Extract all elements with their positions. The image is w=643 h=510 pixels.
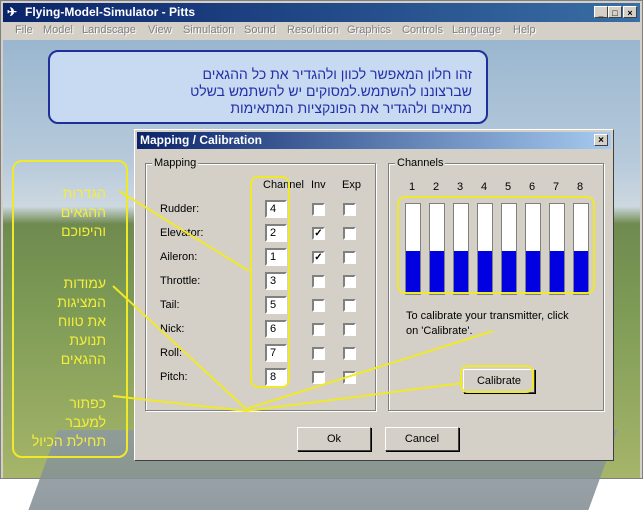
annotation-line: המציגות (57, 294, 106, 310)
channel-number: 4 (481, 181, 488, 193)
annotation-callout-top: זהו חלון המאפשר לכוון ולהגדיר את כל ההגא… (48, 50, 488, 124)
annotation-line: זהו חלון המאפשר לכוון ולהגדיר את כל ההגא… (202, 66, 473, 82)
menu-help[interactable]: Help (513, 24, 536, 36)
mapping-row-label: Roll: (160, 347, 183, 359)
title-bar: ✈ Flying-Model-Simulator - Pitts _ □ × (3, 3, 640, 22)
annotation-line: תנועת (69, 332, 106, 348)
calibrate-help-text: To calibrate your transmitter, click (406, 310, 569, 322)
annotation-calibrate-button: כפתור למעבר תחילת הכיול (32, 394, 106, 451)
dialog-title: Mapping / Calibration (140, 133, 262, 147)
maximize-button[interactable]: □ (608, 6, 622, 18)
dialog-title-bar: Mapping / Calibration × (137, 132, 611, 149)
menu-view[interactable]: View (148, 24, 172, 36)
mapping-row-label: Nick: (160, 323, 185, 335)
close-button[interactable]: × (623, 6, 637, 18)
menu-resolution[interactable]: Resolution (287, 24, 339, 36)
annotation-callout-side: הגדרות ההגאים והיפוכם עמודות המציגות את … (12, 160, 128, 458)
annotation-line: שברצוננו להשתמש.למסוקים יש להשתמש בשלט (190, 83, 472, 99)
annotation-line: ההגאים (60, 351, 106, 367)
exp-checkbox[interactable] (343, 251, 356, 264)
exp-checkbox[interactable] (343, 275, 356, 288)
menu-model[interactable]: Model (43, 24, 73, 36)
highlight-channel-fields (250, 176, 290, 388)
annotation-mapping-settings: הגדרות ההגאים והיפוכם (61, 184, 106, 241)
inv-checkbox[interactable] (312, 275, 325, 288)
mapping-calibration-dialog: Mapping / Calibration × Mapping Channel … (134, 129, 614, 461)
menu-bar: File Model Landscape View Simulation Sou… (3, 22, 640, 40)
inv-checkbox[interactable] (312, 323, 325, 336)
calibrate-help-text: on 'Calibrate'. (406, 325, 473, 337)
app-window: ✈ Flying-Model-Simulator - Pitts _ □ × F… (0, 0, 643, 510)
channels-group-label: Channels (395, 157, 446, 169)
menu-language[interactable]: Language (452, 24, 501, 36)
annotation-line: למעבר (65, 414, 106, 430)
exp-checkbox[interactable] (343, 227, 356, 240)
annotation-line: ההגאים (60, 204, 106, 220)
channel-number: 7 (553, 181, 560, 193)
ok-button[interactable]: Ok (297, 427, 371, 451)
menu-sound[interactable]: Sound (244, 24, 276, 36)
annotation-line: תחילת הכיול (31, 433, 106, 449)
channel-number: 5 (505, 181, 512, 193)
mapping-row-label: Pitch: (160, 371, 188, 383)
column-header-exp: Exp (342, 179, 361, 191)
mapping-row-label: Rudder: (160, 203, 200, 215)
annotation-line: כפתור (69, 395, 106, 411)
mapping-row-label: Aileron: (160, 251, 198, 263)
menu-landscape[interactable]: Landscape (82, 24, 136, 36)
inv-checkbox[interactable] (312, 203, 325, 216)
channel-number: 3 (457, 181, 464, 193)
mapping-row-label: Tail: (160, 299, 180, 311)
mapping-row-label: Elevator: (160, 227, 204, 239)
mapping-row-label: Throttle: (160, 275, 201, 287)
exp-checkbox[interactable] (343, 203, 356, 216)
highlight-channel-bars (397, 196, 595, 294)
annotation-line: הגדרות (62, 185, 106, 201)
channel-number: 2 (433, 181, 440, 193)
window-title: Flying-Model-Simulator - Pitts (25, 5, 195, 19)
annotation-line: מתאים ולהגדיר את הפונקציות המתאימות (230, 100, 472, 116)
highlight-calibrate-button (460, 365, 534, 393)
annotation-channel-bars: עמודות המציגות את טווח תנועת ההגאים (57, 274, 106, 369)
dialog-close-button[interactable]: × (594, 134, 608, 146)
exp-checkbox[interactable] (343, 347, 356, 360)
minimize-button[interactable]: _ (594, 6, 608, 18)
channel-number: 6 (529, 181, 536, 193)
menu-simulation[interactable]: Simulation (183, 24, 234, 36)
annotation-line: את טווח (58, 313, 106, 329)
annotation-line: והיפוכם (61, 223, 106, 239)
exp-checkbox[interactable] (343, 299, 356, 312)
channel-number: 8 (577, 181, 584, 193)
inv-checkbox[interactable] (312, 299, 325, 312)
menu-file[interactable]: File (15, 24, 33, 36)
channel-number: 1 (409, 181, 416, 193)
mapping-group-label: Mapping (152, 157, 199, 169)
exp-checkbox[interactable] (343, 371, 356, 384)
column-header-inv: Inv (311, 179, 326, 191)
airplane-icon: ✈ (7, 5, 18, 19)
inv-checkbox[interactable]: ✓ (312, 251, 325, 264)
inv-checkbox[interactable] (312, 371, 325, 384)
inv-checkbox[interactable]: ✓ (312, 227, 325, 240)
inv-checkbox[interactable] (312, 347, 325, 360)
menu-graphics[interactable]: Graphics (347, 24, 391, 36)
exp-checkbox[interactable] (343, 323, 356, 336)
menu-controls[interactable]: Controls (402, 24, 443, 36)
annotation-line: עמודות (63, 275, 106, 291)
cancel-button[interactable]: Cancel (385, 427, 459, 451)
